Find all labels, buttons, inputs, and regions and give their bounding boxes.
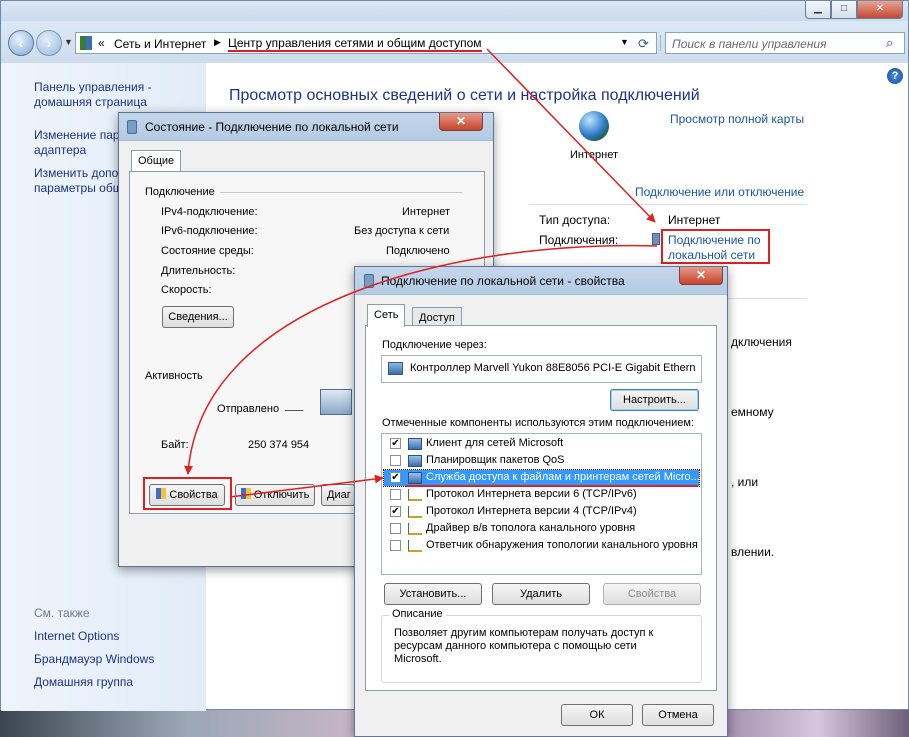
- annotation-arrow-1: [486, 48, 656, 223]
- annotation-arrow-3: [229, 474, 384, 498]
- tab-network[interactable]: Сеть: [367, 304, 406, 327]
- annotation-arrow-2: [184, 244, 658, 475]
- annotation-arrows: [184, 48, 658, 498]
